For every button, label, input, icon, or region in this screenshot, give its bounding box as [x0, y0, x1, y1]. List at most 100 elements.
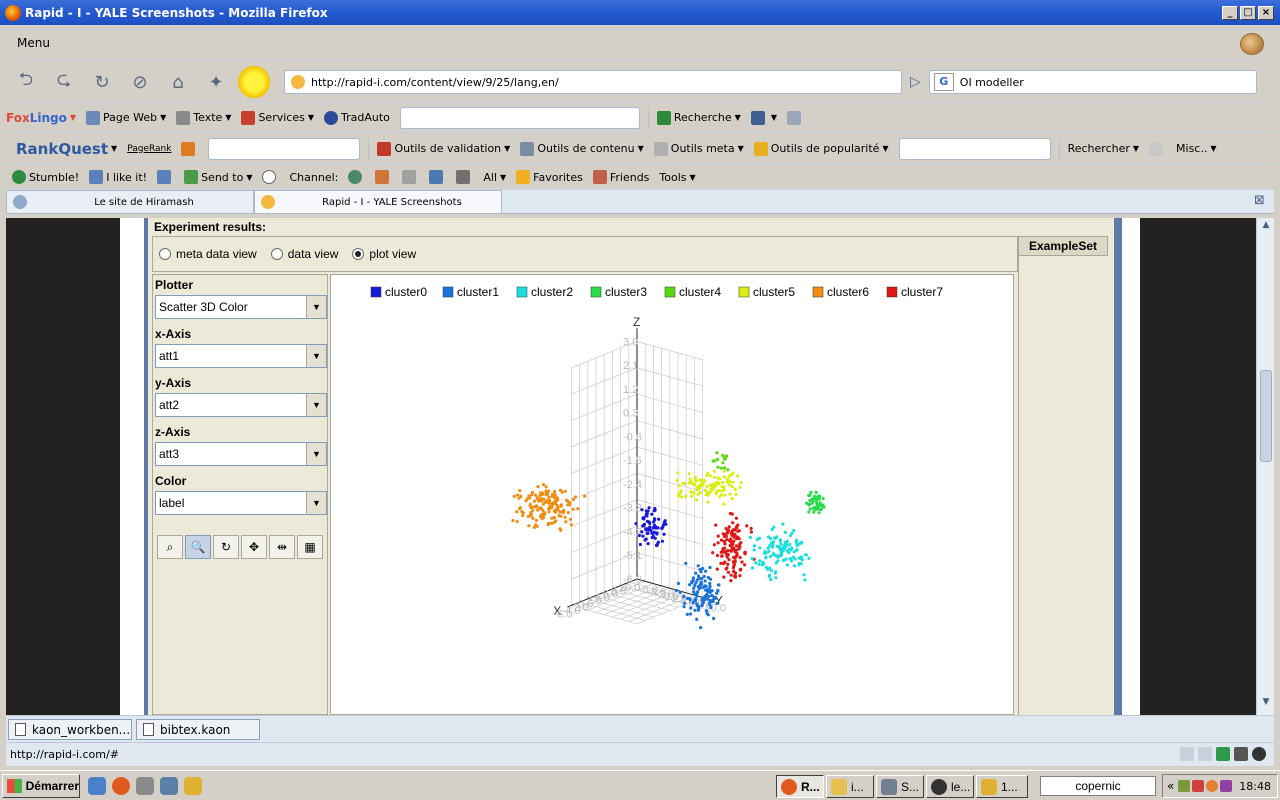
minimize-button[interactable]: _	[1222, 5, 1238, 20]
lock-icon[interactable]	[1180, 747, 1194, 761]
tray-icon[interactable]	[1220, 780, 1233, 792]
exampleset-tab[interactable]: ExampleSet	[1018, 236, 1108, 256]
tray-icon[interactable]	[1206, 780, 1219, 792]
rankquest-input[interactable]	[208, 137, 361, 160]
bookmark-icon[interactable]: ✦	[200, 66, 232, 98]
comment-button[interactable]	[262, 170, 279, 184]
ie-icon[interactable]	[88, 776, 106, 795]
tab-rapid-i[interactable]: Rapid - I - YALE Screenshots	[254, 190, 502, 213]
scatter-point	[544, 485, 548, 489]
page-web-button[interactable]: Page Web ▼	[86, 110, 166, 125]
search-engine-icon[interactable]: G	[933, 73, 954, 91]
globe-button[interactable]	[348, 170, 365, 184]
all-button[interactable]: All ▼	[483, 171, 506, 184]
download-icon[interactable]	[1234, 747, 1248, 761]
x-axis-select[interactable]: att1 ▼	[155, 344, 327, 368]
favorites-button[interactable]: Favorites	[516, 170, 583, 184]
plotter-select[interactable]: Scatter 3D Color ▼	[155, 295, 327, 319]
maximize-button[interactable]: □	[1240, 5, 1256, 20]
foxlingo-input[interactable]	[399, 106, 640, 129]
stumble-button[interactable]: Stumble!	[12, 170, 79, 184]
scatter-3d-plot[interactable]: cluster0 cluster1 cluster2 cluster3 cluster4…	[330, 274, 1014, 715]
services-button[interactable]: Services ▼	[241, 110, 314, 125]
taskbar-folder[interactable]: i...	[826, 775, 874, 798]
taskbar-1[interactable]: 1...	[976, 775, 1028, 798]
kaon-workbench-tab[interactable]: kaon_workben...	[8, 719, 132, 740]
color-select[interactable]: label ▼	[155, 491, 327, 515]
tools-button[interactable]: Tools ▼	[659, 171, 695, 184]
copernic-search[interactable]: copernic	[1040, 776, 1156, 796]
back-icon[interactable]: ⮌	[10, 66, 42, 98]
url-bar[interactable]: http://rapid-i.com/content/view/9/25/lan…	[284, 70, 902, 94]
firefox-quick-icon[interactable]	[112, 776, 130, 795]
tray-expand-icon[interactable]: «	[1167, 779, 1174, 793]
friends-button[interactable]: Friends	[592, 170, 649, 184]
sheet-icon[interactable]	[1216, 747, 1230, 761]
tool-button[interactable]	[786, 110, 804, 125]
scatter-point	[540, 512, 544, 517]
like-button[interactable]: I like it!	[89, 170, 147, 184]
status-c-icon[interactable]	[1252, 747, 1266, 761]
taskbar-firefox[interactable]: R...	[776, 775, 824, 798]
photo-button[interactable]	[429, 170, 446, 184]
swap-button[interactable]: ▼	[750, 110, 777, 125]
menu-button[interactable]: Menu	[17, 36, 50, 50]
recherche-button[interactable]: Recherche ▼	[656, 110, 741, 125]
clock-quick-icon[interactable]	[160, 776, 178, 795]
close-tabs-icon[interactable]: ⊠	[1254, 194, 1268, 208]
meta-data-view-radio[interactable]: meta data view	[159, 247, 257, 261]
grid-icon[interactable]: ▦	[297, 535, 323, 559]
plot-view-radio[interactable]: plot view	[352, 247, 416, 261]
pan-icon[interactable]: ✥	[241, 535, 267, 559]
data-view-radio[interactable]: data view	[270, 247, 338, 261]
tray-icon[interactable]	[1192, 780, 1205, 792]
send-to-button[interactable]: Send to ▼	[184, 170, 252, 184]
home-icon[interactable]: ⌂	[162, 66, 194, 98]
tag-button[interactable]	[402, 170, 419, 184]
stop-icon[interactable]: ⊘	[124, 66, 156, 98]
scroll-down-icon[interactable]: ▼	[1257, 697, 1275, 713]
rechercher-button[interactable]: Rechercher ▼	[1068, 142, 1139, 155]
w-button[interactable]	[181, 141, 198, 156]
popularity-tools-button[interactable]: Outils de popularité ▼	[753, 141, 889, 156]
close-button[interactable]: ×	[1258, 5, 1274, 20]
bibtex-tab[interactable]: bibtex.kaon	[136, 719, 260, 740]
tab-hiramash[interactable]: Le site de Hiramash	[6, 190, 254, 213]
rotate-icon[interactable]: ↻	[213, 535, 239, 559]
zoom-select-icon[interactable]: ⌕	[157, 535, 183, 559]
window-icon[interactable]	[1198, 747, 1212, 761]
rankquest-logo[interactable]: RankQuest ▼	[16, 140, 117, 158]
taskbar-le[interactable]: le...	[926, 775, 974, 798]
search-box[interactable]: G OI modeller	[928, 70, 1257, 94]
reload-icon[interactable]: ↻	[86, 66, 118, 98]
feather-button[interactable]	[1149, 141, 1166, 156]
y-axis-select[interactable]: att2 ▼	[155, 393, 327, 417]
zoom-icon[interactable]: 🔍	[185, 535, 211, 559]
meta-tools-button[interactable]: Outils meta ▼	[653, 141, 744, 156]
vertical-scrollbar[interactable]: ▲ ▼	[1256, 218, 1274, 715]
scatter-point	[752, 548, 756, 552]
tool-quick-icon[interactable]	[136, 776, 154, 795]
scale-icon[interactable]: ⇹	[269, 535, 295, 559]
go-icon[interactable]: ▷	[910, 74, 921, 90]
people-button[interactable]	[375, 170, 392, 184]
pencil-quick-icon[interactable]	[184, 776, 202, 795]
scatter-point	[821, 496, 825, 500]
tradauto-button[interactable]: TradAuto	[323, 110, 390, 125]
scroll-thumb[interactable]	[1260, 370, 1272, 462]
misc-button[interactable]: Misc.. ▼	[1176, 142, 1216, 155]
forward-icon[interactable]: ⮎	[48, 66, 80, 98]
content-tools-button[interactable]: Outils de contenu ▼	[520, 141, 644, 156]
texte-button[interactable]: Texte ▼	[176, 110, 231, 125]
foxlingo-logo[interactable]: Fox Lingo ▼	[6, 111, 76, 125]
scroll-up-icon[interactable]: ▲	[1257, 220, 1275, 236]
video-button[interactable]	[456, 170, 473, 184]
start-button[interactable]: Démarrer	[2, 773, 80, 798]
dislike-button[interactable]	[157, 170, 174, 184]
validation-tools-button[interactable]: Outils de validation ▼	[377, 141, 510, 156]
taskbar-s[interactable]: S...	[876, 775, 924, 798]
tray-icon[interactable]	[1178, 780, 1191, 792]
sun-icon[interactable]	[238, 66, 270, 98]
z-axis-select[interactable]: att3 ▼	[155, 442, 327, 466]
rankquest-search-input[interactable]	[898, 137, 1051, 160]
